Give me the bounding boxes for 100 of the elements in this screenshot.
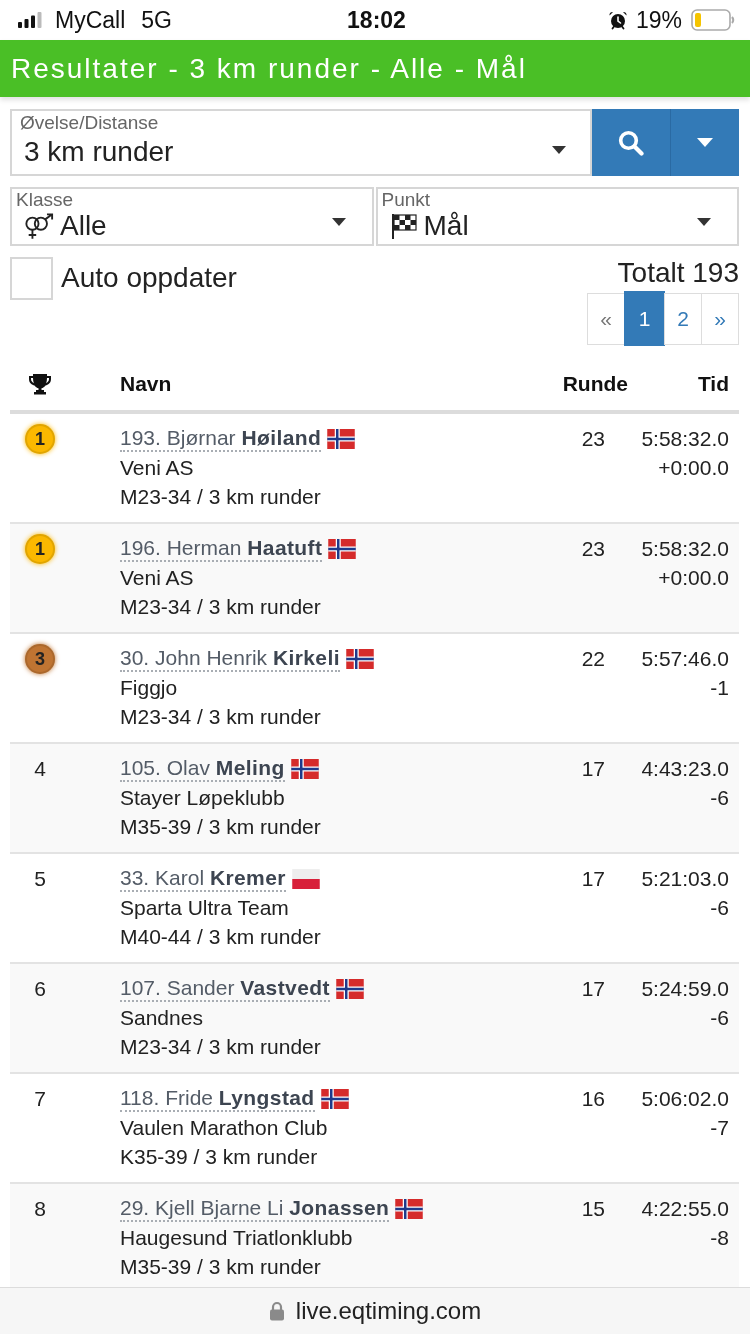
- rank-badge: 3: [25, 644, 55, 674]
- club-name: Veni AS: [120, 565, 194, 591]
- select-value: Mål: [423, 210, 469, 242]
- time-gap: -8: [710, 1225, 729, 1251]
- rank-number: 6: [34, 976, 46, 1002]
- field-label: Øvelse/Distanse: [20, 112, 159, 134]
- finish-time: 5:21:03.0: [641, 866, 729, 892]
- field-label: Klasse: [16, 189, 74, 210]
- carrier-name: MyCall: [55, 6, 126, 34]
- signal-icon: [18, 12, 42, 28]
- rank-number: 5: [34, 866, 46, 892]
- distance-select[interactable]: Øvelse/Distanse 3 km runder: [10, 109, 592, 176]
- norway-flag-icon: [290, 758, 319, 779]
- finish-time: 5:58:32.0: [641, 426, 729, 452]
- poland-flag-icon: [291, 868, 320, 889]
- network-type: 5G: [141, 6, 172, 34]
- class-name: K35-39 / 3 km runder: [120, 1144, 318, 1170]
- checkered-flag-icon: [389, 212, 418, 240]
- finish-time: 4:43:23.0: [641, 756, 729, 782]
- club-name: Veni AS: [120, 455, 194, 481]
- runner-name-link[interactable]: 33. Karol Kremer: [120, 865, 286, 892]
- laps-count: 23: [581, 536, 605, 562]
- rank-badge: 1: [25, 424, 55, 454]
- class-name: M35-39 / 3 km runder: [120, 814, 321, 840]
- column-header: Runde: [561, 372, 628, 396]
- field-label: Punkt: [381, 189, 431, 210]
- finish-time: 4:22:55.0: [641, 1196, 729, 1222]
- class-select[interactable]: Klasse Alle: [10, 187, 374, 246]
- rank-number: 8: [34, 1196, 46, 1222]
- checkbox-label: Auto oppdater: [61, 262, 237, 294]
- norway-flag-icon: [320, 1088, 349, 1109]
- time-gap: -6: [710, 785, 729, 811]
- laps-count: 22: [581, 646, 605, 672]
- lock-icon: [268, 1301, 285, 1321]
- column-header: Tid: [696, 372, 730, 396]
- runner-name-link[interactable]: 107. Sander Vastvedt: [120, 975, 330, 1002]
- club-name: Vaulen Marathon Club: [120, 1115, 328, 1141]
- time-gap: -6: [710, 895, 729, 921]
- caret-icon: [331, 218, 346, 226]
- club-name: Haugesund Triatlonklubb: [120, 1225, 353, 1251]
- page-link[interactable]: »: [701, 293, 739, 345]
- class-name: M35-39 / 3 km runder: [120, 1254, 321, 1280]
- select-value: Alle: [60, 210, 107, 242]
- page-title: Resultater - 3 km runder - Alle - Mål: [11, 52, 527, 85]
- total-count: Totalt 193: [617, 256, 739, 290]
- alarm-clock-icon: [607, 10, 628, 30]
- auto-update-checkbox[interactable]: [10, 256, 53, 300]
- point-select[interactable]: Punkt Mål: [375, 187, 739, 246]
- norway-flag-icon: [335, 978, 364, 999]
- laps-count: 16: [581, 1086, 605, 1112]
- rank-number: 4: [34, 756, 46, 782]
- time-gap: +0:00.0: [658, 565, 729, 591]
- caret-icon: [697, 218, 711, 226]
- runner-name-link[interactable]: 105. Olav Meling: [120, 755, 285, 782]
- laps-count: 17: [581, 866, 605, 892]
- runner-name-link[interactable]: 193. Bjørnar Høiland: [120, 425, 322, 452]
- class-name: M23-34 / 3 km runder: [120, 484, 321, 510]
- runner-name-link[interactable]: 196. Herman Haatuft: [120, 535, 323, 562]
- laps-count: 17: [581, 976, 605, 1002]
- finish-time: 5:06:02.0: [641, 1086, 729, 1112]
- norway-flag-icon: [328, 538, 357, 559]
- class-name: M23-34 / 3 km runder: [120, 594, 321, 620]
- time-gap: -7: [710, 1115, 729, 1141]
- time-gap: -1: [710, 675, 729, 701]
- caret-icon: [552, 146, 566, 154]
- finish-time: 5:24:59.0: [641, 976, 729, 1002]
- runner-name-link[interactable]: 118. Fride Lyngstad: [120, 1085, 315, 1112]
- battery-percent: 19%: [635, 6, 682, 34]
- club-name: Stayer Løpeklubb: [120, 785, 285, 811]
- runner-name-link[interactable]: 29. Kjell Bjarne Li Jonassen: [120, 1195, 390, 1222]
- gender-symbol-icon: [24, 212, 54, 240]
- battery-icon: [691, 9, 735, 31]
- laps-count: 23: [581, 426, 605, 452]
- club-name: Sandnes: [120, 1005, 203, 1031]
- address-bar[interactable]: live.eqtiming.com: [0, 1287, 750, 1334]
- caret-icon: [696, 138, 713, 147]
- runner-name-link[interactable]: 30. John Henrik Kirkeli: [120, 645, 340, 672]
- time-gap: -6: [710, 1005, 729, 1031]
- norway-flag-icon: [345, 648, 374, 669]
- page-link[interactable]: «: [587, 293, 625, 345]
- page-link[interactable]: 2: [664, 293, 702, 345]
- laps-count: 17: [581, 756, 605, 782]
- club-name: Figgjo: [120, 675, 178, 701]
- class-name: M23-34 / 3 km runder: [120, 1034, 321, 1060]
- class-name: M40-44 / 3 km runder: [120, 924, 321, 950]
- column-header: Navn: [119, 372, 173, 396]
- clock-time: 18:02: [347, 6, 406, 34]
- rank-badge: 1: [25, 534, 55, 564]
- finish-time: 5:58:32.0: [641, 536, 729, 562]
- url-text: live.eqtiming.com: [295, 1297, 482, 1325]
- search-icon: [618, 129, 644, 156]
- page-link[interactable]: 1: [624, 291, 665, 346]
- club-name: Sparta Ultra Team: [120, 895, 289, 921]
- time-gap: +0:00.0: [658, 455, 729, 481]
- laps-count: 15: [581, 1196, 605, 1222]
- trophy-icon: [28, 373, 52, 395]
- select-value: 3 km runder: [24, 135, 174, 169]
- norway-flag-icon: [327, 428, 356, 449]
- class-name: M23-34 / 3 km runder: [120, 704, 321, 730]
- norway-flag-icon: [395, 1198, 424, 1219]
